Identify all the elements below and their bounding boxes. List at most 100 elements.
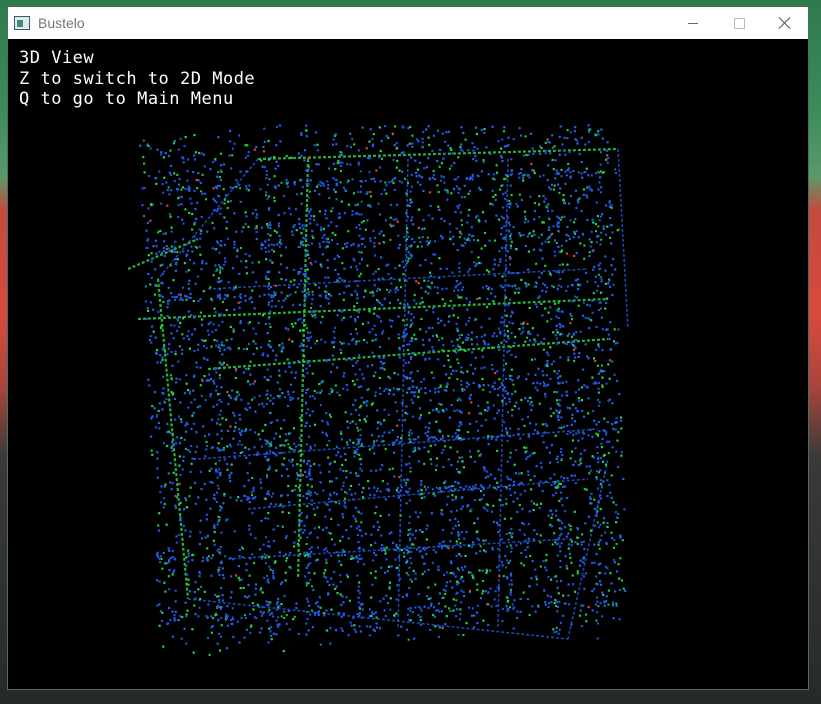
point-cloud-point: [554, 434, 557, 437]
point-cloud-point: [319, 263, 322, 266]
point-cloud-point: [256, 603, 259, 606]
point-cloud-point: [489, 587, 492, 590]
point-cloud-point: [414, 353, 417, 356]
point-cloud-point: [428, 350, 431, 353]
point-cloud-point: [270, 495, 273, 498]
point-cloud-point: [312, 507, 315, 511]
point-cloud-point: [318, 610, 320, 613]
render-viewport[interactable]: 3D View Z to switch to 2D Mode Q to go t…: [8, 39, 808, 689]
point-cloud-point: [420, 286, 423, 289]
point-cloud-point: [325, 576, 328, 579]
point-cloud-point: [600, 231, 603, 234]
point-cloud-point: [197, 496, 200, 499]
point-cloud-point: [556, 554, 559, 557]
point-cloud-point: [536, 334, 539, 337]
point-cloud-point: [469, 363, 472, 367]
title-bar[interactable]: Bustelo: [8, 7, 808, 39]
point-cloud-point: [311, 372, 314, 375]
point-cloud-point: [372, 443, 375, 446]
point-cloud-point: [513, 599, 516, 602]
point-cloud-point: [592, 221, 595, 224]
point-cloud-point: [556, 410, 559, 413]
point-cloud-point: [585, 488, 588, 491]
point-cloud-point: [337, 523, 340, 527]
close-button[interactable]: [762, 7, 808, 39]
point-cloud-point: [217, 277, 220, 280]
point-cloud-point: [382, 597, 385, 600]
point-cloud-point: [456, 567, 459, 570]
point-cloud-point: [254, 495, 257, 498]
point-cloud-point: [405, 375, 408, 378]
point-cloud-point: [534, 303, 537, 306]
point-cloud-point: [170, 377, 173, 380]
point-cloud-point: [612, 501, 615, 504]
point-cloud-point: [596, 434, 599, 437]
point-cloud-point: [216, 433, 219, 436]
point-cloud-point: [299, 270, 302, 274]
point-cloud-point: [460, 196, 463, 199]
point-cloud-point: [590, 469, 593, 472]
point-cloud-point: [282, 299, 285, 302]
point-cloud-point: [174, 442, 178, 445]
point-cloud-point: [341, 629, 344, 632]
point-cloud-point: [424, 258, 427, 261]
point-cloud-point: [384, 219, 387, 222]
point-cloud-point: [273, 155, 276, 159]
point-cloud-point: [425, 527, 428, 531]
point-cloud-point: [529, 195, 532, 198]
point-cloud-point: [154, 283, 157, 286]
point-cloud-point: [311, 230, 314, 233]
point-cloud-point: [551, 134, 554, 137]
point-cloud-3d-render[interactable]: [8, 39, 808, 689]
point-cloud-point: [437, 205, 440, 208]
point-cloud-point: [452, 235, 455, 238]
point-cloud-point: [595, 575, 598, 578]
point-cloud-point: [187, 282, 190, 285]
point-cloud-point: [587, 357, 590, 360]
point-cloud-point: [599, 163, 602, 166]
point-cloud-point: [423, 446, 426, 449]
point-cloud-point: [605, 158, 608, 161]
point-cloud-point: [542, 374, 545, 377]
point-cloud-point: [546, 364, 549, 368]
point-cloud-point: [566, 406, 569, 409]
point-cloud-point: [558, 545, 562, 548]
maximize-button[interactable]: [716, 7, 762, 39]
point-cloud-point: [503, 225, 506, 228]
point-cloud-point: [317, 183, 320, 186]
point-cloud-point: [352, 498, 355, 501]
point-cloud-point: [221, 574, 225, 577]
point-cloud-point: [245, 215, 248, 218]
point-cloud-point: [510, 354, 513, 356]
point-cloud-point: [268, 322, 271, 325]
point-cloud-point: [600, 128, 603, 131]
point-cloud-point: [358, 414, 361, 417]
point-cloud-point: [583, 171, 586, 174]
point-cloud-point: [265, 191, 268, 194]
app-window: Bustelo 3D View Z to switch to 2D Mode Q…: [7, 6, 809, 690]
point-cloud-point: [418, 529, 421, 532]
point-cloud-point: [205, 262, 208, 265]
minimize-button[interactable]: [670, 7, 716, 39]
point-cloud-point: [406, 144, 409, 147]
point-cloud-point: [178, 533, 181, 536]
point-cloud-point: [555, 172, 558, 175]
point-cloud-point: [465, 323, 468, 326]
point-cloud-point: [463, 388, 466, 391]
point-cloud-point: [278, 388, 282, 391]
point-cloud-point: [223, 348, 226, 351]
point-cloud-point: [278, 623, 281, 626]
point-cloud-point: [483, 366, 486, 369]
point-cloud-point: [158, 427, 161, 430]
point-cloud-point: [510, 547, 513, 550]
point-cloud-point: [449, 540, 452, 543]
point-cloud-point: [565, 535, 568, 538]
point-cloud-point: [520, 551, 523, 555]
point-cloud-point: [483, 469, 486, 472]
point-cloud-point: [330, 221, 333, 224]
point-cloud-point: [387, 565, 391, 568]
point-cloud-point: [361, 243, 364, 246]
point-cloud-point: [248, 524, 251, 527]
point-cloud-point: [273, 244, 276, 247]
point-cloud-point: [327, 423, 330, 426]
